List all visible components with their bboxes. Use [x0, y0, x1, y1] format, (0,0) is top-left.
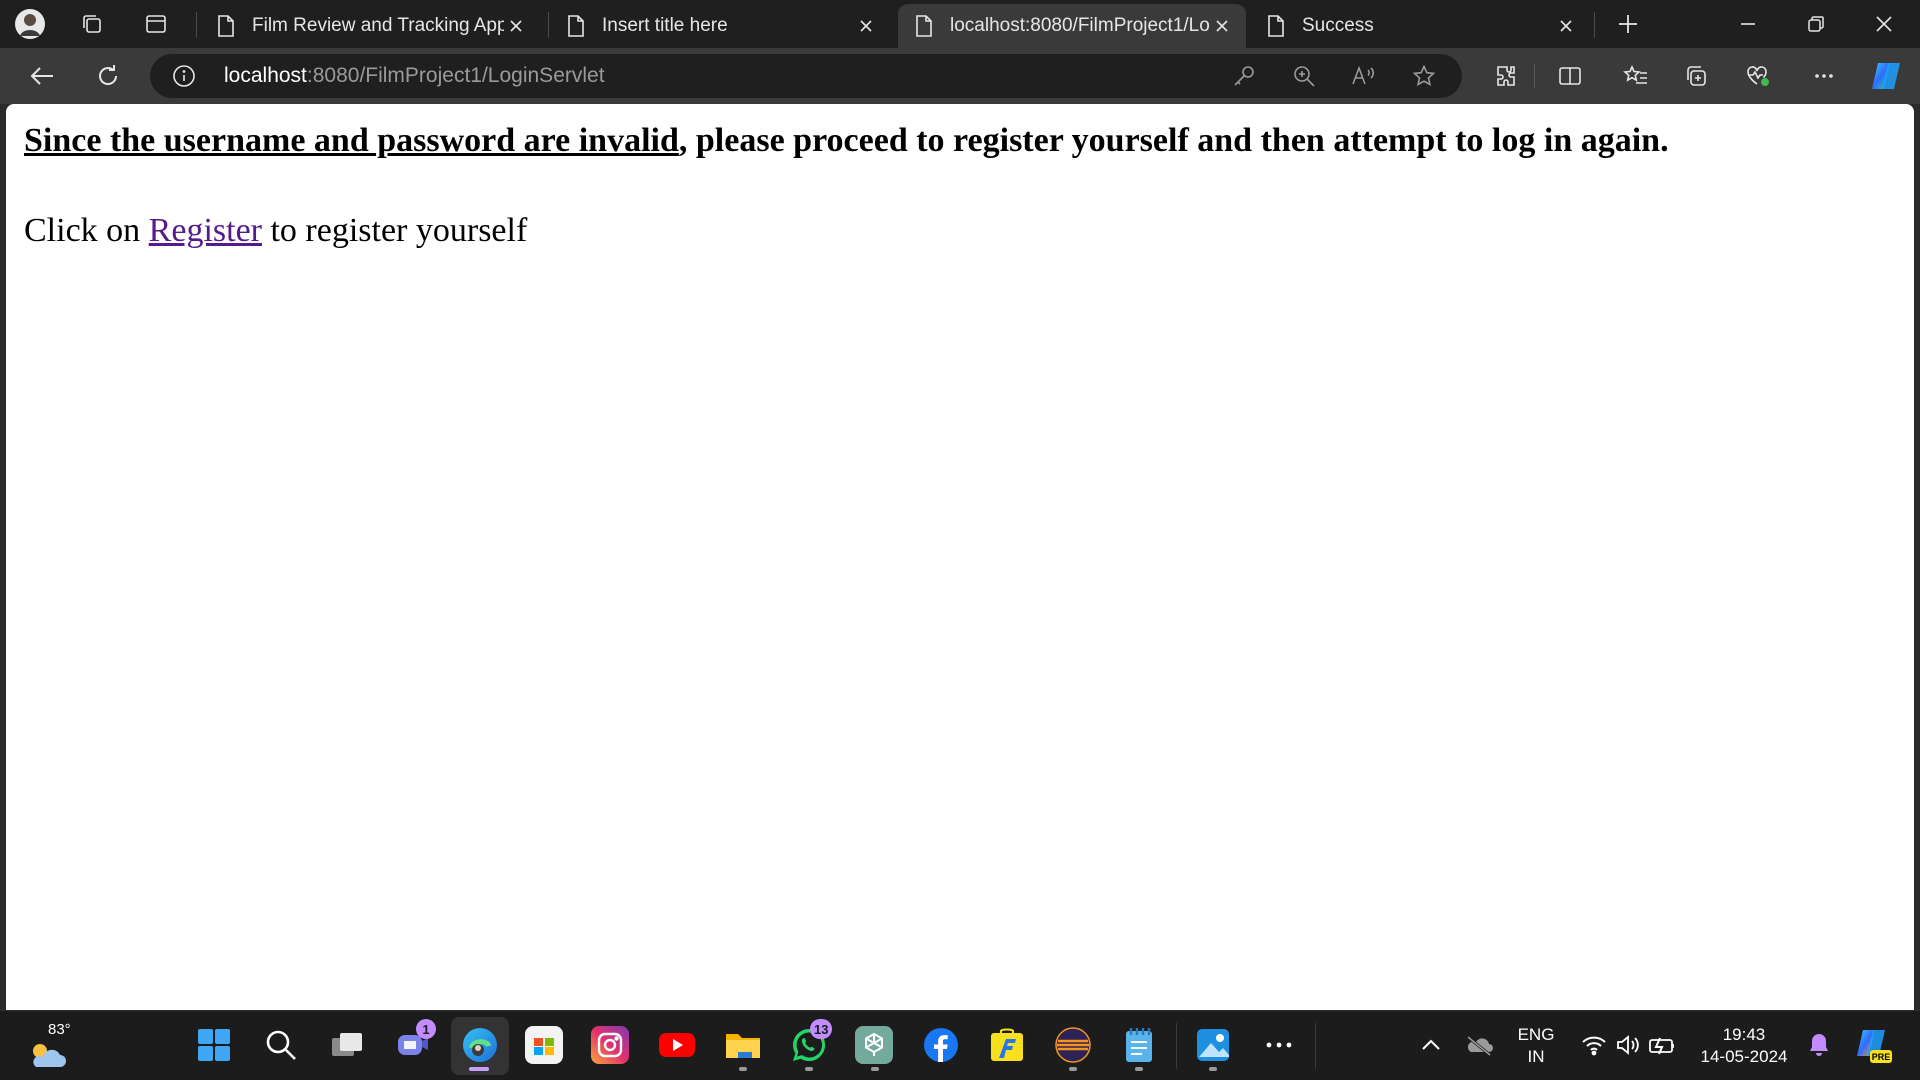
new-tab-button[interactable]	[1606, 6, 1650, 42]
tab-divider	[196, 12, 197, 38]
register-link[interactable]: Register	[149, 212, 262, 249]
page-icon	[218, 15, 234, 37]
flipkart-icon[interactable]	[987, 1025, 1027, 1065]
page-icon	[916, 15, 932, 37]
clock-time: 19:43	[1722, 1025, 1766, 1044]
eclipse-running-indicator	[1069, 1067, 1077, 1071]
tab-divider	[1594, 12, 1595, 38]
profile-avatar[interactable]	[14, 8, 46, 40]
task-view-icon[interactable]	[327, 1025, 367, 1065]
edge-browser-icon[interactable]	[460, 1025, 500, 1065]
tab-title: Film Review and Tracking App	[252, 15, 504, 36]
eclipse-ide-icon[interactable]	[1053, 1025, 1093, 1065]
browser-toolbar: localhost:8080/FilmProject1/LoginServlet	[0, 48, 1920, 104]
instagram-icon[interactable]	[591, 1026, 629, 1064]
start-button[interactable]	[194, 1025, 234, 1065]
collections-icon[interactable]	[1676, 56, 1716, 96]
tab-divider	[548, 12, 549, 38]
site-info-icon[interactable]	[172, 64, 196, 88]
tab-actions-icon[interactable]	[140, 8, 172, 40]
explorer-running-indicator	[739, 1067, 747, 1071]
workspaces-icon[interactable]	[76, 8, 108, 40]
back-button[interactable]	[22, 56, 62, 96]
close-icon[interactable]	[1554, 14, 1578, 38]
settings-more-icon[interactable]	[1804, 56, 1844, 96]
youtube-icon[interactable]	[657, 1025, 697, 1065]
tab-strip: Film Review and Tracking App Insert titl…	[0, 0, 1920, 48]
facebook-icon[interactable]	[921, 1025, 961, 1065]
extensions-icon[interactable]	[1486, 56, 1526, 96]
read-aloud-icon[interactable]	[1350, 62, 1378, 90]
heading-text: , please proceed to register yourself an…	[678, 122, 1669, 159]
weather-widget[interactable]: 83°	[24, 1021, 104, 1073]
page-icon	[568, 15, 584, 37]
clock-date: 14-05-2024	[1700, 1047, 1788, 1066]
restore-button[interactable]	[1794, 6, 1838, 42]
address-bar[interactable]: localhost:8080/FilmProject1/LoginServlet	[150, 54, 1462, 98]
taskbar-divider	[1315, 1023, 1316, 1069]
tab-title: Success	[1302, 15, 1374, 36]
photos-running-indicator	[1209, 1067, 1217, 1071]
instruction-suffix: to register yourself	[261, 212, 528, 249]
search-icon[interactable]	[261, 1025, 301, 1065]
copilot-icon[interactable]	[1866, 56, 1906, 96]
zoom-icon[interactable]	[1290, 62, 1318, 90]
error-heading: Since the username and password are inva…	[24, 122, 1669, 160]
browser-window: Film Review and Tracking App Insert titl…	[0, 0, 1920, 1010]
language-indicator[interactable]: ENG IN	[1508, 1024, 1564, 1068]
language-code: ENG	[1517, 1025, 1555, 1044]
region-code: IN	[1527, 1047, 1545, 1066]
register-instruction: Click on Register to register yourself	[24, 212, 527, 250]
url-host: localhost	[224, 64, 307, 87]
refresh-button[interactable]	[88, 56, 128, 96]
split-screen-icon[interactable]	[1550, 56, 1590, 96]
page-viewport: Since the username and password are inva…	[6, 104, 1914, 1010]
file-explorer-icon[interactable]	[723, 1025, 763, 1065]
close-icon[interactable]	[504, 14, 528, 38]
teams-notification-badge: 1	[416, 1019, 436, 1039]
url-path: :8080/FilmProject1/LoginServlet	[306, 64, 605, 87]
notepad-icon[interactable]	[1119, 1025, 1159, 1065]
url-text[interactable]: localhost:8080/FilmProject1/LoginServlet	[224, 64, 605, 88]
notepad-running-indicator	[1135, 1067, 1143, 1071]
windows-taskbar: 83° 1 13 ENG IN 19:43 14-05-2024 PRE	[0, 1010, 1920, 1080]
favorite-star-icon[interactable]	[1410, 62, 1438, 90]
chatgpt-icon[interactable]	[855, 1026, 893, 1064]
tab-insert-title[interactable]: Insert title here	[550, 4, 890, 48]
cloudy-weather-icon	[33, 1044, 66, 1067]
tab-login-servlet[interactable]: localhost:8080/FilmProject1/Log	[898, 4, 1246, 48]
tab-title: Insert title here	[602, 15, 728, 36]
clock[interactable]: 19:43 14-05-2024	[1686, 1024, 1802, 1068]
whatsapp-running-indicator	[805, 1067, 813, 1071]
toolbar-divider	[1534, 64, 1535, 88]
pre-label: PRE	[1872, 1052, 1891, 1062]
close-icon[interactable]	[1210, 14, 1234, 38]
browser-essentials-icon[interactable]	[1738, 56, 1778, 96]
battery-charging-icon[interactable]	[1643, 1025, 1683, 1065]
close-icon[interactable]	[854, 14, 878, 38]
weather-temperature: 83°	[48, 1021, 71, 1038]
taskbar-divider	[1176, 1023, 1177, 1069]
key-icon[interactable]	[1230, 62, 1258, 90]
tab-title: localhost:8080/FilmProject1/Log	[950, 15, 1210, 36]
close-window-button[interactable]	[1862, 6, 1906, 42]
photos-icon[interactable]	[1193, 1025, 1233, 1065]
onedrive-offline-icon[interactable]	[1459, 1025, 1499, 1065]
instruction-prefix: Click on	[24, 212, 149, 249]
chevron-up-icon[interactable]	[1411, 1025, 1451, 1065]
heading-underlined-text: Since the username and password are inva…	[24, 122, 679, 159]
edge-running-indicator	[469, 1067, 489, 1071]
tab-film-review[interactable]: Film Review and Tracking App	[200, 4, 540, 48]
whatsapp-notification-badge: 13	[810, 1019, 833, 1039]
minimize-button[interactable]	[1726, 6, 1770, 42]
tab-success[interactable]: Success	[1250, 4, 1590, 48]
more-apps-icon[interactable]	[1259, 1025, 1299, 1065]
notification-bell-icon[interactable]	[1799, 1025, 1839, 1065]
favorites-icon[interactable]	[1616, 56, 1656, 96]
chatgpt-running-indicator	[871, 1067, 879, 1071]
microsoft-store-icon[interactable]	[525, 1026, 563, 1064]
copilot-taskbar-icon[interactable]: PRE	[1853, 1025, 1893, 1065]
volume-icon[interactable]	[1608, 1025, 1648, 1065]
page-icon	[1268, 15, 1284, 37]
